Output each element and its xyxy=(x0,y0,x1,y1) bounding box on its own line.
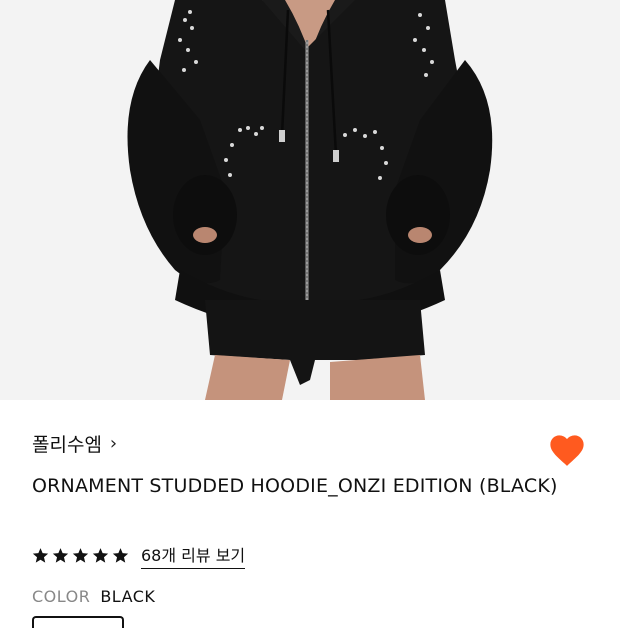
star-rating xyxy=(32,547,129,564)
star-icon xyxy=(32,548,49,563)
color-row: COLOR BLACK xyxy=(32,587,155,606)
product-info: 폴리수엠 › ORNAMENT STUDDED HOODIE_ONZI EDIT… xyxy=(0,400,620,628)
color-label: COLOR xyxy=(32,587,91,606)
review-link[interactable]: 68개 리뷰 보기 xyxy=(141,542,246,569)
product-title: ORNAMENT STUDDED HOODIE_ONZI EDITION (BL… xyxy=(32,475,558,497)
star-icon xyxy=(72,548,89,563)
brand-link[interactable]: 폴리수엠 › xyxy=(32,430,117,457)
star-icon xyxy=(92,548,109,563)
star-icon xyxy=(112,548,129,563)
color-value: BLACK xyxy=(100,587,156,606)
product-image[interactable] xyxy=(0,0,620,400)
star-icon xyxy=(52,548,69,563)
rating-row: 68개 리뷰 보기 xyxy=(32,542,246,569)
hoodie-photo xyxy=(0,0,620,400)
heart-icon[interactable] xyxy=(548,432,586,468)
brand-name: 폴리수엠 xyxy=(32,434,102,456)
chevron-right-icon: › xyxy=(109,433,118,454)
color-swatch[interactable] xyxy=(32,616,124,628)
